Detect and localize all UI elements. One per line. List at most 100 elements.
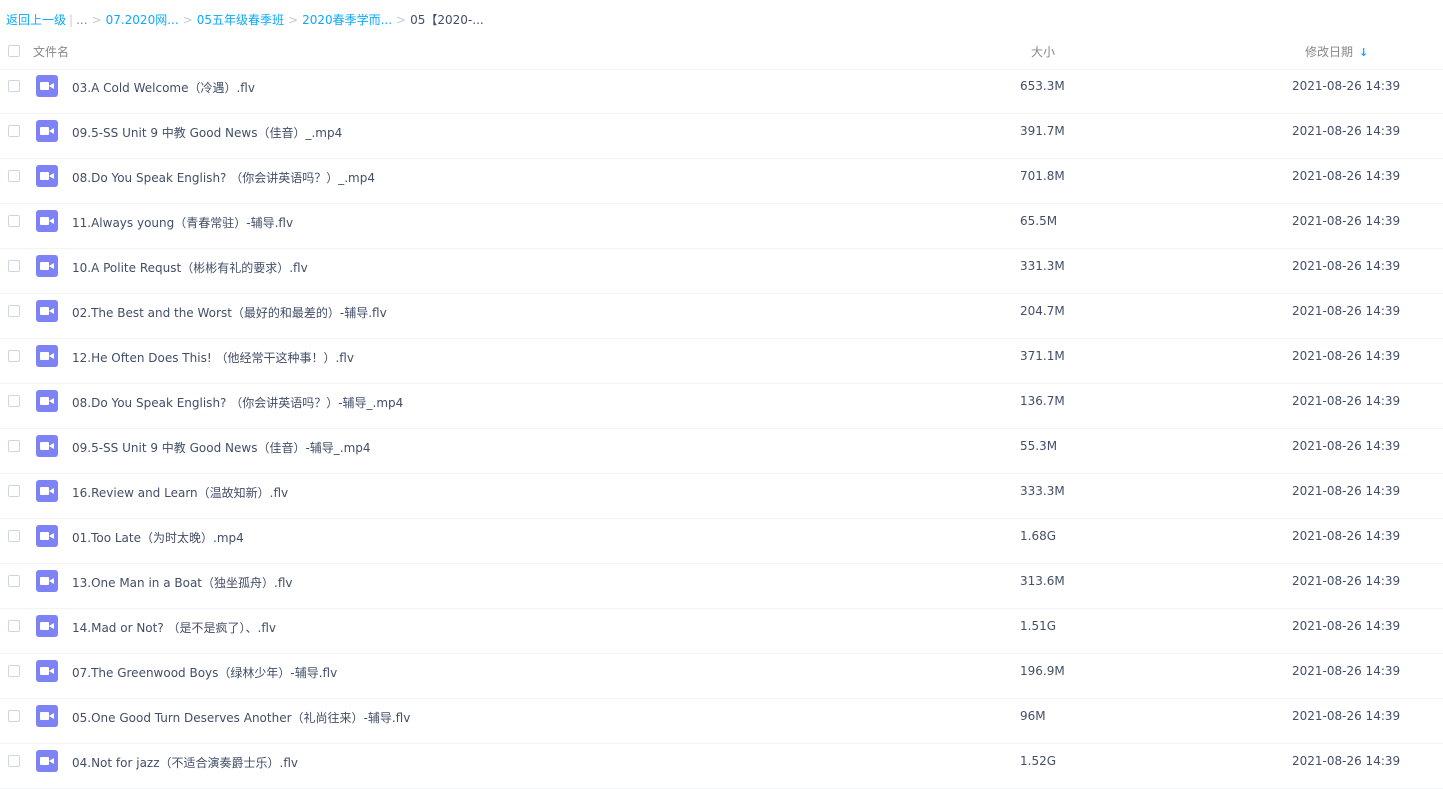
breadcrumb-separator: > — [288, 13, 299, 27]
video-file-icon — [36, 705, 58, 727]
file-list: 03.A Cold Welcome（冷遇）.flv 653.3M 2021-08-2… — [0, 69, 1443, 789]
file-name[interactable]: 08.Do You Speak English? （你会讲英语吗？）_.mp4 — [72, 169, 375, 186]
row-checkbox[interactable] — [8, 80, 20, 92]
video-file-icon — [36, 255, 58, 277]
file-row[interactable]: 16.Review and Learn（温故知新）.flv 333.3M 2021-… — [0, 474, 1443, 519]
file-name[interactable]: 01.Too Late（为时太晚）.mp4 — [72, 529, 244, 546]
file-name[interactable]: 13.One Man in a Boat（独坐孤舟）.flv — [72, 574, 293, 591]
row-checkbox[interactable] — [8, 305, 20, 317]
breadcrumb-item[interactable]: 2020春季学而... — [302, 13, 392, 27]
file-date: 2021-08-26 14:39 — [1292, 259, 1401, 273]
camera-lens-shape — [49, 623, 54, 629]
camera-lens-shape — [49, 263, 54, 269]
row-checkbox[interactable] — [8, 350, 20, 362]
file-date: 2021-08-26 14:39 — [1292, 484, 1401, 498]
camera-lens-shape — [49, 308, 54, 314]
file-date: 2021-08-26 14:39 — [1292, 124, 1401, 138]
file-row[interactable]: 09.5-SS Unit 9 中教 Good News（佳音）-辅导_.mp4 5… — [0, 429, 1443, 474]
file-name[interactable]: 05.One Good Turn Deserves Another（礼尚往来）-… — [72, 709, 410, 726]
row-checkbox[interactable] — [8, 170, 20, 182]
row-checkbox[interactable] — [8, 215, 20, 227]
breadcrumb-ellipsis[interactable]: ... — [76, 13, 87, 27]
file-date: 2021-08-26 14:39 — [1292, 349, 1401, 363]
breadcrumb-item[interactable]: 05五年级春季班 — [197, 13, 284, 27]
file-row[interactable]: 12.He Often Does This! （他经常干这种事！）.flv 371… — [0, 339, 1443, 384]
column-header-date-label: 修改日期 — [1305, 45, 1354, 59]
camera-lens-shape — [49, 218, 54, 224]
video-file-icon — [36, 300, 58, 322]
file-row[interactable]: 03.A Cold Welcome（冷遇）.flv 653.3M 2021-08-2… — [0, 69, 1443, 114]
camera-body-shape — [40, 532, 49, 540]
camera-body-shape — [40, 172, 49, 180]
camera-lens-shape — [49, 173, 54, 179]
file-name[interactable]: 03.A Cold Welcome（冷遇）.flv — [72, 79, 255, 96]
video-file-icon — [36, 210, 58, 232]
file-size: 391.7M — [1020, 124, 1065, 138]
file-size: 1.52G — [1020, 754, 1057, 768]
row-checkbox[interactable] — [8, 485, 20, 497]
file-name[interactable]: 12.He Often Does This! （他经常干这种事！）.flv — [72, 349, 354, 366]
file-name[interactable]: 09.5-SS Unit 9 中教 Good News（佳音）_.mp4 — [72, 124, 342, 141]
column-header-date[interactable]: 修改日期 ↓ — [1305, 43, 1368, 60]
file-row[interactable]: 04.Not for jazz（不适合演奏爵士乐）.flv 1.52G 2021-0… — [0, 744, 1443, 789]
camera-body-shape — [40, 352, 49, 360]
breadcrumb-separator: > — [396, 13, 407, 27]
row-checkbox[interactable] — [8, 710, 20, 722]
video-file-icon — [36, 660, 58, 682]
row-checkbox[interactable] — [8, 620, 20, 632]
file-date: 2021-08-26 14:39 — [1292, 709, 1401, 723]
column-header-size[interactable]: 大小 — [1031, 43, 1055, 60]
row-checkbox[interactable] — [8, 395, 20, 407]
camera-body-shape — [40, 757, 49, 765]
file-row[interactable]: 14.Mad or Not? （是不是疯了）、.flv 1.51G 2021-08-… — [0, 609, 1443, 654]
camera-body-shape — [40, 307, 49, 315]
file-name[interactable]: 02.The Best and the Worst（最好的和最差的）-辅导.fl… — [72, 304, 387, 321]
file-row[interactable]: 01.Too Late（为时太晚）.mp4 1.68G 2021-08-26 14:… — [0, 519, 1443, 564]
file-row[interactable]: 09.5-SS Unit 9 中教 Good News（佳音）_.mp4 391.… — [0, 114, 1443, 159]
file-size: 65.5M — [1020, 214, 1058, 228]
select-all-checkbox[interactable] — [8, 45, 20, 57]
file-date: 2021-08-26 14:39 — [1292, 169, 1401, 183]
file-name[interactable]: 08.Do You Speak English? （你会讲英语吗？）-辅导_.m… — [72, 394, 403, 411]
file-date: 2021-08-26 14:39 — [1292, 439, 1401, 453]
video-file-icon — [36, 750, 58, 772]
file-name[interactable]: 09.5-SS Unit 9 中教 Good News（佳音）-辅导_.mp4 — [72, 439, 371, 456]
breadcrumb-current: 05【2020-... — [410, 13, 484, 27]
row-checkbox[interactable] — [8, 125, 20, 137]
video-file-icon — [36, 120, 58, 142]
file-row[interactable]: 11.Always young（青春常驻）-辅导.flv 65.5M 2021-08… — [0, 204, 1443, 249]
file-name[interactable]: 07.The Greenwood Boys（绿林少年）-辅导.flv — [72, 664, 337, 681]
camera-lens-shape — [49, 713, 54, 719]
row-checkbox[interactable] — [8, 530, 20, 542]
video-file-icon — [36, 615, 58, 637]
row-checkbox[interactable] — [8, 665, 20, 677]
file-row[interactable]: 08.Do You Speak English? （你会讲英语吗？）_.mp4 7… — [0, 159, 1443, 204]
file-date: 2021-08-26 14:39 — [1292, 214, 1401, 228]
file-size: 333.3M — [1020, 484, 1065, 498]
file-name[interactable]: 11.Always young（青春常驻）-辅导.flv — [72, 214, 293, 231]
file-row[interactable]: 07.The Greenwood Boys（绿林少年）-辅导.flv 196.9M… — [0, 654, 1443, 699]
file-row[interactable]: 13.One Man in a Boat（独坐孤舟）.flv 313.6M 2021… — [0, 564, 1443, 609]
file-size: 96M — [1020, 709, 1046, 723]
file-name[interactable]: 16.Review and Learn（温故知新）.flv — [72, 484, 288, 501]
file-row[interactable]: 08.Do You Speak English? （你会讲英语吗？）-辅导_.m… — [0, 384, 1443, 429]
file-name[interactable]: 04.Not for jazz（不适合演奏爵士乐）.flv — [72, 754, 298, 771]
file-date: 2021-08-26 14:39 — [1292, 79, 1401, 93]
camera-lens-shape — [49, 83, 54, 89]
row-checkbox[interactable] — [8, 575, 20, 587]
file-row[interactable]: 05.One Good Turn Deserves Another（礼尚往来）-… — [0, 699, 1443, 744]
camera-lens-shape — [49, 443, 54, 449]
row-checkbox[interactable] — [8, 440, 20, 452]
back-link[interactable]: 返回上一级 — [6, 13, 66, 27]
camera-body-shape — [40, 667, 49, 675]
camera-lens-shape — [49, 668, 54, 674]
file-name[interactable]: 10.A Polite Requst（彬彬有礼的要求）.flv — [72, 259, 308, 276]
file-row[interactable]: 10.A Polite Requst（彬彬有礼的要求）.flv 331.3M 202… — [0, 249, 1443, 294]
row-checkbox[interactable] — [8, 260, 20, 272]
row-checkbox[interactable] — [8, 755, 20, 767]
camera-body-shape — [40, 622, 49, 630]
breadcrumb-item[interactable]: 07.2020网... — [106, 13, 179, 27]
file-row[interactable]: 02.The Best and the Worst（最好的和最差的）-辅导.fl… — [0, 294, 1443, 339]
file-name[interactable]: 14.Mad or Not? （是不是疯了）、.flv — [72, 619, 276, 636]
column-header-name[interactable]: 文件名 — [33, 43, 69, 60]
